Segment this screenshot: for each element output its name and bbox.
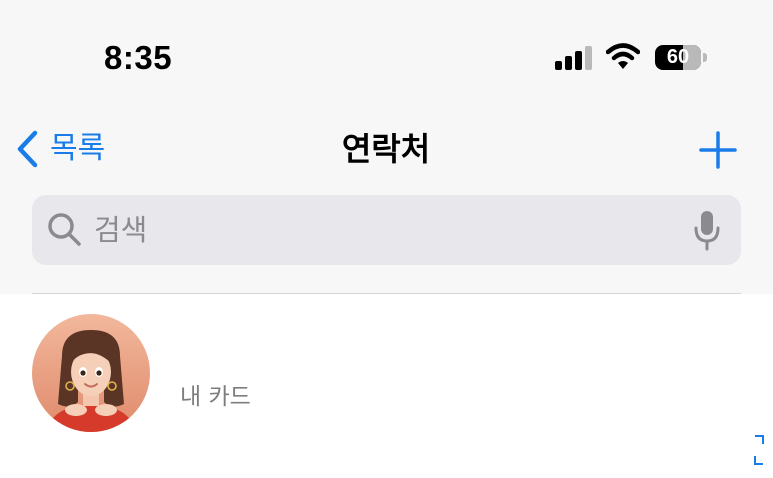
chevron-left-icon: [17, 130, 38, 168]
my-card-label: 내 카드: [180, 384, 251, 410]
microphone-icon[interactable]: [692, 209, 722, 251]
search-placeholder: 검색: [94, 213, 148, 247]
page-title: 연락처: [341, 130, 431, 168]
back-label: 목록: [50, 131, 106, 166]
status-time: 8:35: [104, 39, 173, 76]
divider: [32, 293, 741, 294]
add-contact-button[interactable]: [696, 128, 740, 172]
cellular-signal-icon: [555, 46, 593, 70]
search-icon: [48, 213, 81, 246]
wifi-icon: [606, 43, 640, 69]
search-input[interactable]: 검색: [32, 195, 741, 265]
my-card[interactable]: 내 카드: [0, 300, 773, 440]
battery-level: 60: [666, 46, 690, 68]
contacts-screen: 8:35 60 목록 연락처 검색 내 카드: [0, 0, 773, 478]
corner-bracket-icon: [754, 435, 764, 465]
back-button[interactable]: 목록: [14, 126, 105, 172]
plus-icon: [699, 131, 737, 169]
battery-cap: [703, 53, 707, 62]
avatar: [32, 314, 150, 432]
battery-icon: 60: [655, 45, 701, 70]
